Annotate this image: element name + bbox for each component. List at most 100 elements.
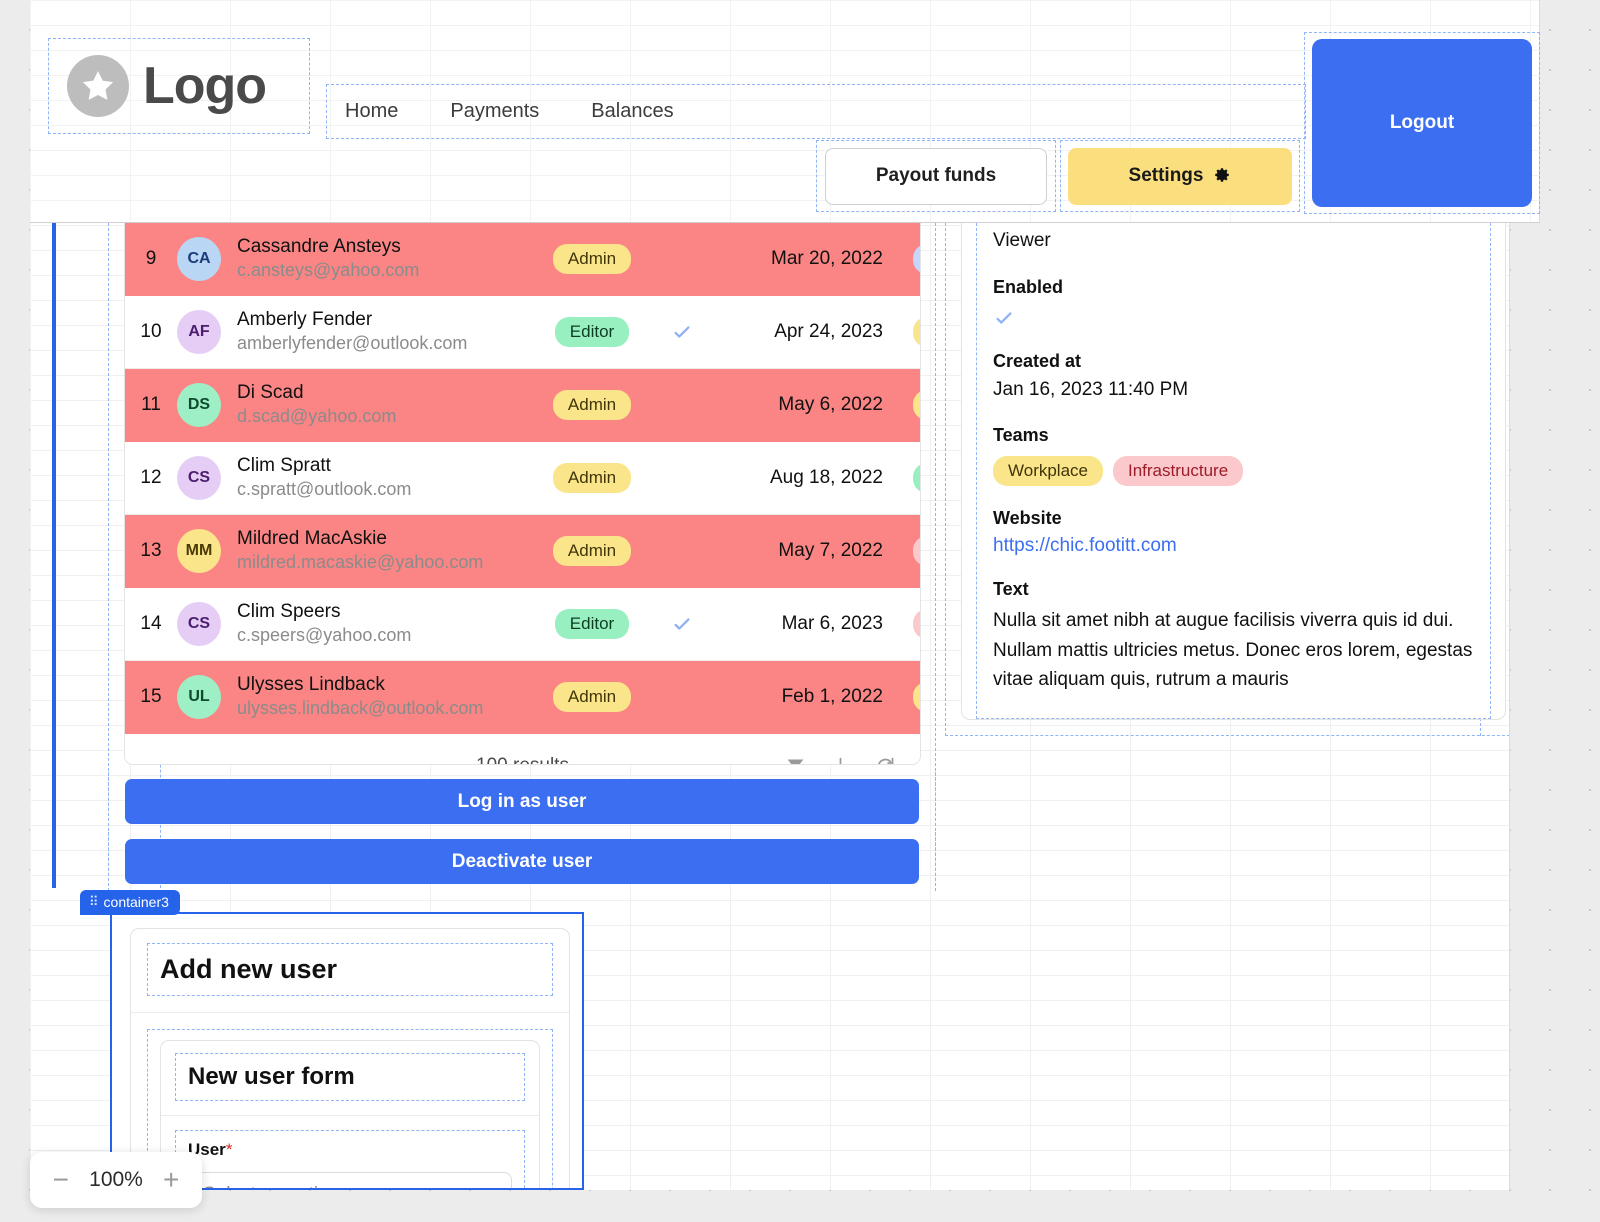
row-tag: D <box>883 390 920 420</box>
new-user-form: New user form User* Select an option <box>160 1040 540 1191</box>
logo-block[interactable]: Logo <box>48 38 310 134</box>
row-tag: N <box>883 463 920 493</box>
row-user-name: Clim Speers <box>237 601 341 623</box>
tag-badge: E <box>913 317 920 347</box>
row-tag: P <box>883 609 920 639</box>
avatar: UL <box>177 675 221 719</box>
required-marker: * <box>225 1140 233 1159</box>
settings-wrap: Settings <box>1060 140 1300 212</box>
detail-enabled: Enabled <box>977 277 1490 329</box>
detail-text: Text Nulla sit amet nibh at augue facili… <box>977 579 1490 694</box>
settings-button[interactable]: Settings <box>1068 147 1292 205</box>
logout-button[interactable]: Logout <box>1312 39 1532 207</box>
star-icon <box>67 55 129 117</box>
zoom-out-button[interactable]: − <box>53 1166 69 1194</box>
detail-role: Viewer <box>977 223 1490 255</box>
refresh-icon[interactable] <box>875 756 896 766</box>
table-footer: 100 results <box>125 734 920 766</box>
detail-teams: Teams Workplace Infrastructure <box>977 425 1490 487</box>
row-date: Apr 24, 2023 <box>774 321 883 342</box>
container3-label[interactable]: ⠿ container3 <box>80 890 180 915</box>
user-select[interactable]: Select an option <box>188 1172 512 1191</box>
deactivate-user-row: Deactivate user <box>108 832 936 891</box>
table-row[interactable]: 14 CS Clim Speers c.speers@yahoo.com Editor M… <box>125 588 920 661</box>
table-row[interactable]: 11 DS Di Scad d.scad@yahoo.com Admin May 6, 2… <box>125 369 920 442</box>
table-row[interactable]: 15 UL Ulysses Lindback ulysses.lindback@out… <box>125 661 920 734</box>
role-badge: Editor <box>554 609 630 639</box>
row-user: Mildred MacAskie mildred.macaskie@yahoo.c… <box>221 527 533 575</box>
table-row[interactable]: 9 CA Cassandre Ansteys c.ansteys@yahoo.com A… <box>125 223 920 296</box>
table-row[interactable]: 12 CS Clim Spratt c.spratt@outlook.com Admin… <box>125 442 920 515</box>
detail-created-label: Created at <box>993 350 1082 371</box>
role-badge: Editor <box>554 317 630 347</box>
logo-text: Logo <box>143 57 267 115</box>
container3[interactable]: Add new user New user form User* Select … <box>110 912 584 1190</box>
row-date: Mar 20, 2022 <box>771 248 883 269</box>
chevron-down-icon <box>482 1188 497 1191</box>
row-tag: P <box>883 536 920 566</box>
row-user-name: Di Scad <box>237 382 304 404</box>
row-user-name: Ulysses Lindback <box>237 674 385 696</box>
detail-website-link[interactable]: https://chic.footitt.com <box>993 529 1177 557</box>
row-user-email: c.speers@yahoo.com <box>237 625 412 646</box>
avatar-initials: DS <box>187 396 211 413</box>
user-field-wrap: User* Select an option <box>175 1130 525 1191</box>
row-index: 13 <box>140 540 162 561</box>
users-table-body: 9 CA Cassandre Ansteys c.ansteys@yahoo.com A… <box>125 223 920 734</box>
detail-text-value: Nulla sit amet nibh at augue facilisis v… <box>993 610 1473 690</box>
row-user-email: mildred.macaskie@yahoo.com <box>237 552 484 573</box>
filter-icon[interactable] <box>785 756 806 766</box>
role-badge: Admin <box>552 682 632 712</box>
login-as-user-row: Log in as user <box>108 772 936 831</box>
main-nav: Home Payments Balances <box>326 84 1306 139</box>
detail-role-value: Viewer <box>993 230 1051 251</box>
avatar-initials: CS <box>187 469 211 486</box>
row-date: Feb 1, 2022 <box>781 686 883 707</box>
row-role: Admin <box>533 244 651 274</box>
row-user-name: Clim Spratt <box>237 455 331 477</box>
tag-badge: P <box>913 536 920 566</box>
row-index: 15 <box>140 686 162 707</box>
check-icon <box>674 618 690 630</box>
zoom-in-button[interactable]: + <box>163 1166 179 1194</box>
avatar-initials: AF <box>188 323 210 340</box>
add-new-user-title-wrap: Add new user <box>147 943 553 996</box>
row-user-name: Amberly Fender <box>237 309 373 331</box>
table-row[interactable]: 13 MM Mildred MacAskie mildred.macaskie@yah… <box>125 515 920 588</box>
download-icon[interactable] <box>830 756 851 766</box>
logout-wrap: Logout <box>1304 32 1540 214</box>
login-as-user-button[interactable]: Log in as user <box>125 779 919 824</box>
detail-website-label: Website <box>993 508 1062 529</box>
row-date: May 7, 2022 <box>778 540 883 561</box>
row-tag: D <box>883 682 920 712</box>
row-user: Clim Spratt c.spratt@outlook.com <box>221 454 533 502</box>
deactivate-user-button[interactable]: Deactivate user <box>125 839 919 884</box>
table-row[interactable]: 10 AF Amberly Fender amberlyfender@outlook.… <box>125 296 920 369</box>
avatar-initials: UL <box>188 688 210 705</box>
new-user-form-wrap: New user form User* Select an option <box>147 1029 553 1191</box>
zoom-control: − 100% + <box>30 1152 202 1208</box>
row-tag: E <box>883 317 920 347</box>
grip-icon: ⠿ <box>89 894 98 909</box>
card-divider <box>131 1012 569 1013</box>
role-badge: Admin <box>552 463 632 493</box>
avatar: AF <box>177 310 221 354</box>
payout-funds-button[interactable]: Payout funds <box>825 147 1047 205</box>
tag-badge: P <box>913 244 920 274</box>
detail-teams-label: Teams <box>993 425 1049 446</box>
detail-created: Created at Jan 16, 2023 11:40 PM <box>977 351 1490 404</box>
detail-teams-values: Workplace Infrastructure <box>993 456 1474 487</box>
form-divider <box>161 1115 539 1116</box>
user-select-placeholder: Select an option <box>203 1184 339 1188</box>
nav-link-home[interactable]: Home <box>345 96 398 127</box>
add-new-user-title: Add new user <box>160 954 338 984</box>
nav-link-payments[interactable]: Payments <box>450 96 539 127</box>
nav-link-balances[interactable]: Balances <box>591 96 673 127</box>
check-icon <box>674 326 690 338</box>
role-badge: Admin <box>552 536 632 566</box>
row-user-email: c.ansteys@yahoo.com <box>237 260 420 281</box>
tag-badge: N <box>913 463 920 493</box>
tag-badge: D <box>913 682 920 712</box>
new-user-form-title-wrap: New user form <box>175 1053 525 1101</box>
row-user: Amberly Fender amberlyfender@outlook.com <box>221 308 533 356</box>
